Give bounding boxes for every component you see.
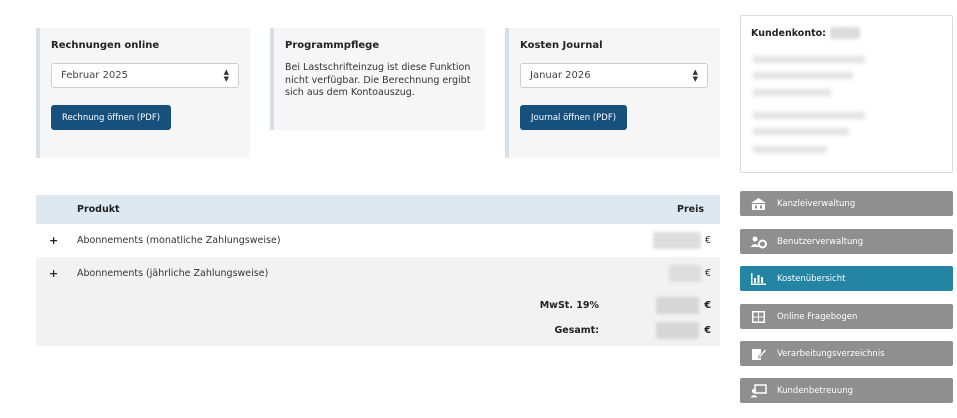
menu-kundenbetreuung[interactable]: Kundenbetreuung [740, 378, 953, 403]
menu-benutzerverwaltung[interactable]: Benutzerverwaltung [740, 229, 953, 254]
building-icon [750, 197, 767, 211]
redacted-line [753, 56, 865, 63]
currency-symbol: € [704, 299, 711, 311]
grid-icon [750, 310, 767, 324]
redacted-line [753, 112, 865, 119]
support-icon [750, 383, 767, 398]
total-row: Gesamt: € [36, 320, 720, 340]
total-label: Gesamt: [554, 324, 599, 336]
account-title-label: Kundenkonto: [751, 27, 826, 39]
journal-card-title: Kosten Journal [520, 40, 603, 51]
account-title: Kundenkonto: [751, 27, 942, 39]
price-column-header: Preis [676, 204, 704, 215]
currency-symbol: € [704, 235, 711, 246]
product-column-header: Produkt [77, 204, 120, 215]
invoice-month-select[interactable]: Februar 2025 ▲ ▼ [51, 63, 239, 88]
menu-label: Online Fragebogen [777, 311, 858, 322]
menu-online-fragebogen[interactable]: Online Fragebogen [740, 304, 953, 329]
menu-label: Verarbeitungsverzeichnis [777, 348, 885, 359]
currency-symbol: € [704, 324, 711, 336]
redacted-line [753, 89, 831, 96]
customer-account-box: Kundenkonto: [740, 15, 953, 173]
program-card-title: Programmpflege [285, 40, 380, 51]
redacted-vat-amount [656, 296, 700, 314]
total-value: € [656, 321, 711, 339]
redacted-account-number [829, 27, 860, 39]
bar-chart-icon [750, 272, 767, 286]
vat-label: MwSt. 19% [539, 299, 599, 311]
open-journal-button[interactable]: Journal öffnen (PDF) [520, 105, 628, 130]
redacted-line [753, 72, 853, 79]
redacted-line [753, 146, 827, 153]
menu-kostenuebersicht[interactable]: Kostenübersicht [740, 266, 953, 291]
menu-verarbeitungsverzeichnis[interactable]: Verarbeitungsverzeichnis [740, 341, 953, 366]
expand-toggle[interactable]: + [49, 267, 58, 280]
invoices-card: Rechnungen online Februar 2025 ▲ ▼ Rechnu… [36, 28, 250, 158]
program-card: Programmpflege Bei Lastschrifteinzug ist… [270, 28, 485, 130]
invoice-month-value: Februar 2025 [61, 70, 129, 81]
totals-section: MwSt. 19% € Gesamt: € [36, 290, 720, 346]
open-invoice-button[interactable]: Rechnung öffnen (PDF) [51, 105, 172, 130]
price-cell: € [652, 232, 711, 249]
menu-label: Benutzerverwaltung [777, 236, 864, 247]
cost-table: Produkt Preis + Abonnements (monatliche … [36, 195, 720, 346]
product-name: Abonnements (monatliche Zahlungsweise) [77, 235, 281, 246]
product-name: Abonnements (jährliche Zahlungsweise) [77, 268, 269, 279]
redacted-price [652, 232, 701, 249]
currency-symbol: € [704, 268, 711, 279]
redacted-line [753, 128, 849, 135]
redacted-price [668, 265, 701, 282]
journal-month-value: Januar 2026 [530, 70, 591, 81]
users-gear-icon [750, 235, 767, 249]
invoices-card-title: Rechnungen online [51, 40, 160, 51]
redacted-total-amount [656, 321, 700, 339]
table-header: Produkt Preis [36, 195, 720, 224]
select-arrows-icon: ▲ ▼ [692, 67, 698, 83]
menu-kanzleiverwaltung[interactable]: Kanzleiverwaltung [740, 191, 953, 216]
select-arrows-icon: ▲ ▼ [223, 67, 229, 83]
price-cell: € [668, 265, 711, 282]
vat-value: € [656, 296, 711, 314]
vat-row: MwSt. 19% € [36, 295, 720, 315]
menu-label: Kundenbetreuung [777, 385, 853, 396]
journal-month-select[interactable]: Januar 2026 ▲ ▼ [520, 63, 708, 88]
program-card-text: Bei Lastschrifteinzug ist diese Funktion… [285, 62, 471, 98]
edit-document-icon [750, 347, 767, 361]
menu-label: Kostenübersicht [777, 273, 846, 284]
expand-toggle[interactable]: + [49, 234, 58, 247]
table-row: + Abonnements (monatliche Zahlungsweise)… [36, 224, 720, 257]
menu-label: Kanzleiverwaltung [777, 198, 856, 209]
table-row: + Abonnements (jährliche Zahlungsweise) … [36, 257, 720, 290]
journal-card: Kosten Journal Januar 2026 ▲ ▼ Journal öf… [505, 28, 720, 158]
